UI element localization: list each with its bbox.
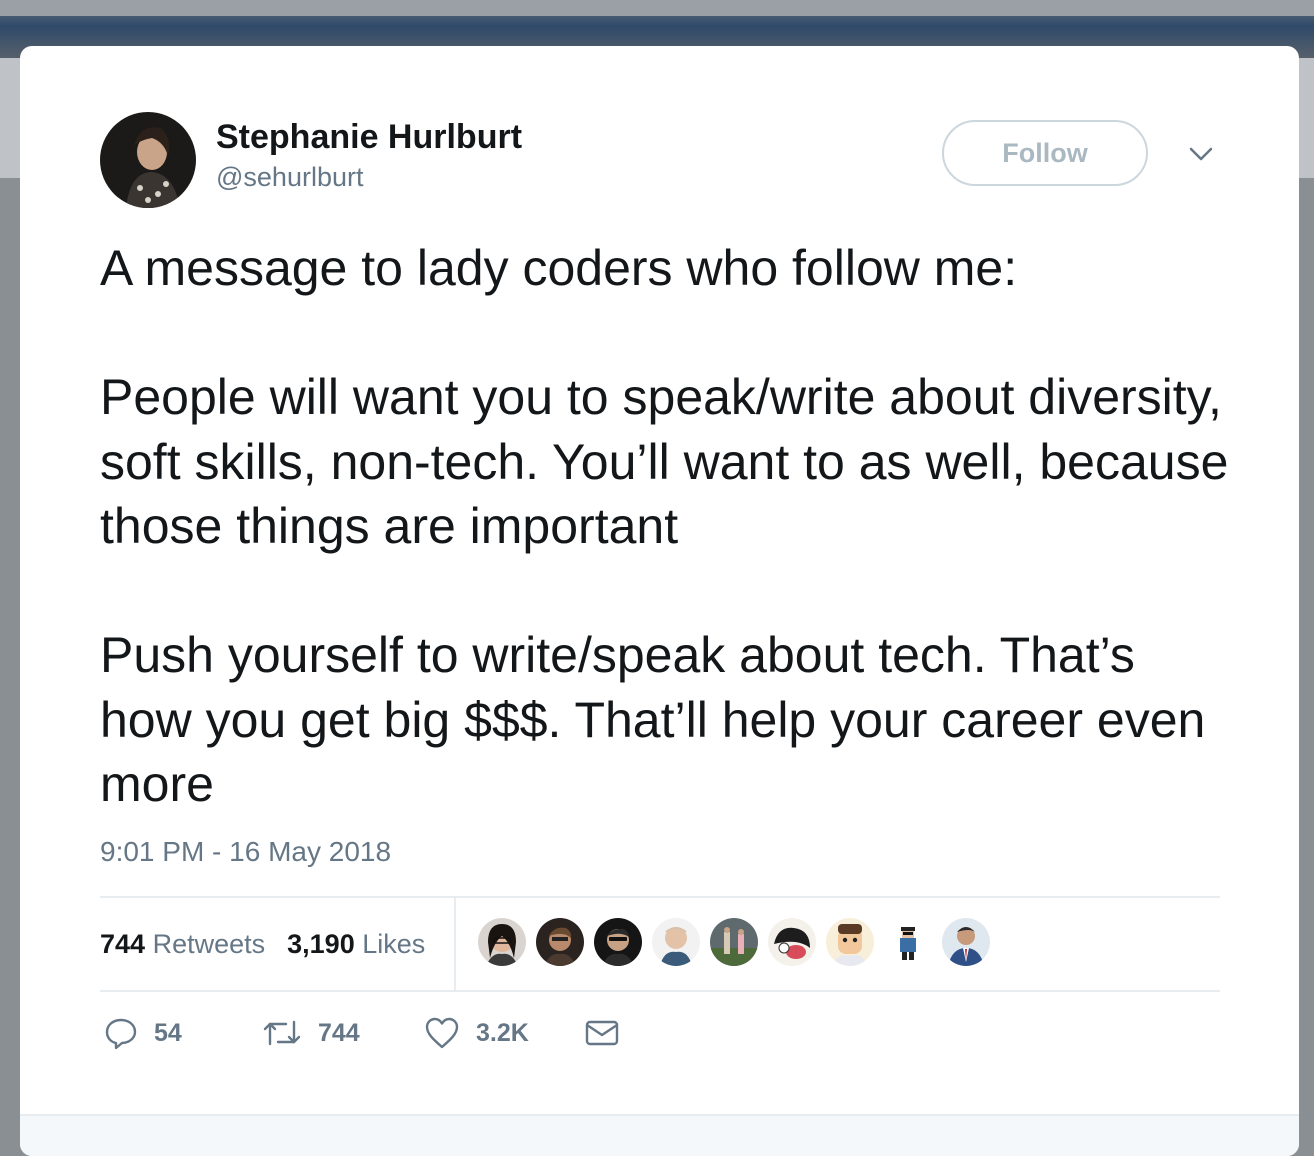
liker-avatar[interactable] bbox=[536, 918, 584, 966]
liker-avatar[interactable] bbox=[478, 918, 526, 966]
envelope-icon bbox=[584, 1016, 620, 1050]
liker-avatar[interactable] bbox=[768, 918, 816, 966]
liker-avatar[interactable] bbox=[594, 918, 642, 966]
follow-button[interactable]: Follow bbox=[942, 120, 1148, 186]
liker-avatar[interactable] bbox=[710, 918, 758, 966]
tweet-timestamp[interactable]: 9:01 PM - 16 May 2018 bbox=[100, 836, 391, 868]
chevron-down-icon[interactable] bbox=[1188, 144, 1214, 164]
stats-vertical-divider bbox=[454, 898, 456, 990]
likers-avatars bbox=[478, 918, 990, 966]
retweets-stat-count: 744 bbox=[100, 928, 146, 959]
reply-icon bbox=[104, 1016, 138, 1050]
direct-message-action[interactable] bbox=[584, 1016, 620, 1050]
stats-divider-top bbox=[100, 896, 1220, 898]
liker-avatar[interactable] bbox=[884, 918, 932, 966]
tweet-modal: Stephanie Hurlburt @sehurlburt Follow A … bbox=[20, 46, 1299, 1156]
stats-divider-bottom bbox=[100, 990, 1220, 992]
retweet-icon bbox=[262, 1016, 302, 1050]
reply-action[interactable]: 54 bbox=[104, 1016, 182, 1050]
author-name[interactable]: Stephanie Hurlburt bbox=[216, 118, 522, 157]
liker-avatar[interactable] bbox=[826, 918, 874, 966]
author-avatar[interactable] bbox=[100, 112, 196, 208]
like-count: 3.2K bbox=[476, 1018, 529, 1047]
reply-count: 54 bbox=[154, 1018, 182, 1047]
heart-icon bbox=[424, 1016, 460, 1050]
stats-row: 744 Retweets 3,190 Likes bbox=[100, 926, 425, 962]
tweet-text: A message to lady coders who follow me: … bbox=[100, 240, 1229, 812]
retweet-count: 744 bbox=[318, 1018, 360, 1047]
likes-stat-label: Likes bbox=[362, 928, 426, 959]
author-handle[interactable]: @sehurlburt bbox=[216, 162, 363, 193]
retweet-action[interactable]: 744 bbox=[262, 1016, 360, 1050]
retweets-stat-label: Retweets bbox=[152, 928, 266, 959]
liker-avatar[interactable] bbox=[942, 918, 990, 966]
retweets-stat[interactable]: 744 Retweets bbox=[100, 929, 265, 960]
likes-stat-count: 3,190 bbox=[287, 928, 355, 959]
modal-footer bbox=[20, 1116, 1299, 1156]
liker-avatar[interactable] bbox=[652, 918, 700, 966]
likes-stat[interactable]: 3,190 Likes bbox=[287, 929, 425, 960]
like-action[interactable]: 3.2K bbox=[424, 1016, 529, 1050]
